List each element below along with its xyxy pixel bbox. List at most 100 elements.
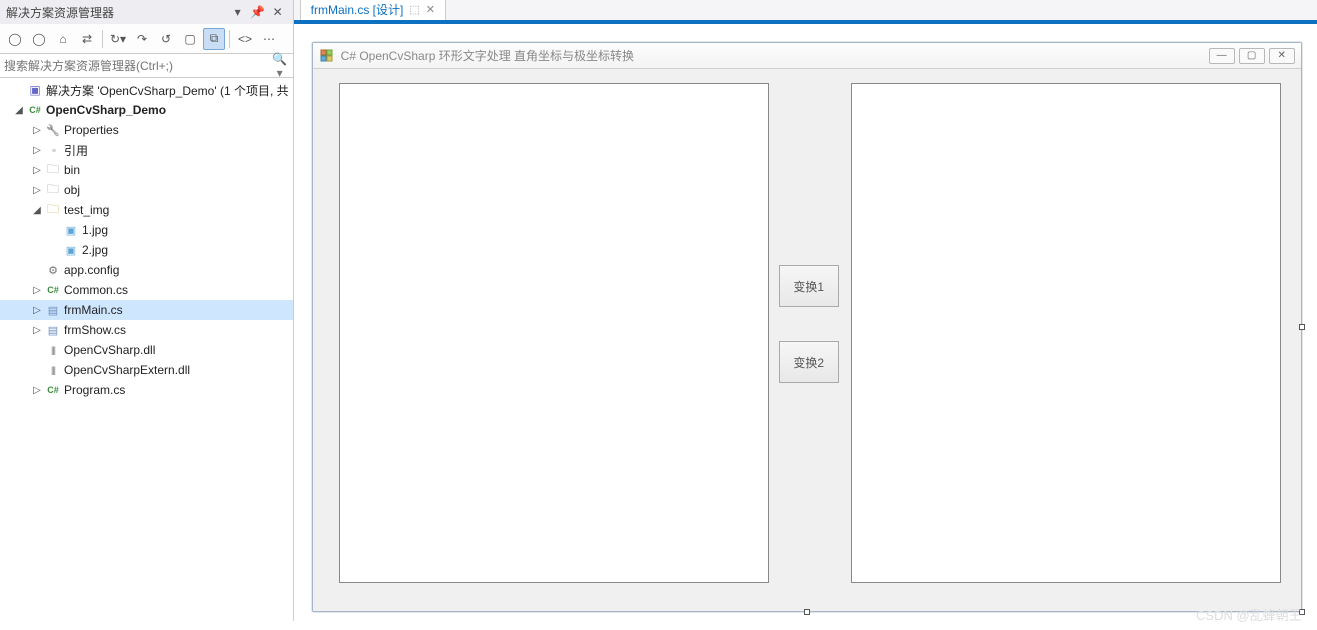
tree-item-label: OpenCvSharpExtern.dll <box>62 363 190 377</box>
collapse-icon[interactable]: ↺ <box>155 28 177 50</box>
tree-item-label: OpenCvSharp_Demo <box>44 103 166 117</box>
picturebox-right[interactable] <box>851 83 1281 583</box>
picturebox-left[interactable] <box>339 83 769 583</box>
tree-item[interactable]: OpenCvSharpExtern.dll <box>0 360 293 380</box>
tree-item-label: obj <box>62 183 80 197</box>
transform-button-1[interactable]: 变换1 <box>779 265 839 307</box>
file-icon <box>44 146 62 155</box>
file-icon <box>44 345 62 355</box>
tree-item[interactable]: ▷ obj <box>0 180 293 200</box>
file-icon <box>26 83 44 97</box>
resize-handle-right[interactable] <box>1299 324 1305 330</box>
pin-icon[interactable]: 📌 <box>249 3 267 21</box>
chevron-down-icon[interactable]: ◢ <box>12 105 26 116</box>
designer-canvas[interactable]: C# OpenCvSharp 环形文字处理 直角坐标与极坐标转换 — ▢ ✕ 变… <box>294 24 1317 630</box>
tab-close-icon[interactable]: ✕ <box>426 3 435 16</box>
file-icon <box>44 304 62 317</box>
tree-item-label: 引用 <box>62 142 88 159</box>
file-icon <box>62 224 80 237</box>
solution-explorer-titlebar: 解决方案资源管理器 ▾ 📌 ✕ <box>0 0 293 24</box>
nav-fwd-icon[interactable]: ◯ <box>28 28 50 50</box>
form-app-icon <box>319 48 335 64</box>
refresh-icon[interactable]: ↻▾ <box>107 28 129 50</box>
redo-icon[interactable]: ↷ <box>131 28 153 50</box>
tab-frmmain-design[interactable]: frmMain.cs [设计] ⬚ ✕ <box>300 0 446 20</box>
tree-item-label: bin <box>62 163 80 177</box>
tree-item[interactable]: 解决方案 'OpenCvSharp_Demo' (1 个项目, 共 <box>0 80 293 100</box>
tree-item-label: frmShow.cs <box>62 323 126 337</box>
solution-explorer-toolbar: ◯ ◯ ⌂ ⇄ ↻▾ ↷ ↺ ▢ ⧉ <> ⋯ <box>0 24 293 54</box>
form-client-area: 变换1 变换2 <box>313 69 1301 611</box>
minimize-icon[interactable]: — <box>1209 48 1235 64</box>
tree-item[interactable]: ◢ test_img <box>0 200 293 220</box>
chevron-right-icon[interactable]: ▷ <box>30 325 44 336</box>
tree-item[interactable]: OpenCvSharp.dll <box>0 340 293 360</box>
restore-icon[interactable]: ▢ <box>179 28 201 50</box>
search-icon[interactable]: 🔍▾ <box>271 52 289 80</box>
close-window-icon[interactable]: ✕ <box>1269 48 1295 64</box>
chevron-right-icon[interactable]: ▷ <box>30 285 44 296</box>
tree-item-label: 1.jpg <box>80 223 108 237</box>
chevron-right-icon[interactable]: ▷ <box>30 185 44 196</box>
search-input[interactable] <box>4 59 271 73</box>
file-icon <box>44 160 62 181</box>
tree-item[interactable]: app.config <box>0 260 293 280</box>
tree-item[interactable]: ▷ Common.cs <box>0 280 293 300</box>
transform-button-2[interactable]: 变换2 <box>779 341 839 383</box>
tree-item[interactable]: ◢ OpenCvSharp_Demo <box>0 100 293 120</box>
resize-handle-bottom[interactable] <box>804 609 810 615</box>
chevron-right-icon[interactable]: ▷ <box>30 145 44 156</box>
solution-explorer-panel: 解决方案资源管理器 ▾ 📌 ✕ ◯ ◯ ⌂ ⇄ ↻▾ ↷ ↺ ▢ ⧉ <> ⋯ … <box>0 0 294 621</box>
chevron-down-icon[interactable]: ◢ <box>30 205 44 216</box>
view-code-icon[interactable]: <> <box>234 28 256 50</box>
nav-back-icon[interactable]: ◯ <box>4 28 26 50</box>
tree-item-label: frmMain.cs <box>62 303 123 317</box>
close-icon[interactable]: ✕ <box>269 3 287 21</box>
tree-item-label: Common.cs <box>62 283 128 297</box>
dropdown-icon[interactable]: ▾ <box>229 3 247 21</box>
tree-item-label: 解决方案 'OpenCvSharp_Demo' (1 个项目, 共 <box>44 82 289 99</box>
editor-area: frmMain.cs [设计] ⬚ ✕ C# OpenCvSharp 环形文字处… <box>294 0 1317 621</box>
tab-label: frmMain.cs [设计] <box>311 1 404 18</box>
solution-explorer-title: 解决方案资源管理器 <box>6 4 114 21</box>
solution-explorer-search[interactable]: 🔍▾ <box>0 54 293 78</box>
tree-item-label: test_img <box>62 203 109 217</box>
more-icon[interactable]: ⋯ <box>258 28 280 50</box>
file-icon <box>44 385 62 395</box>
home-icon[interactable]: ⌂ <box>52 28 74 50</box>
solution-tree[interactable]: 解决方案 'OpenCvSharp_Demo' (1 个项目, 共 ◢ OpenCv… <box>0 78 293 621</box>
chevron-right-icon[interactable]: ▷ <box>30 385 44 396</box>
tree-item[interactable]: ▷ frmMain.cs <box>0 300 293 320</box>
designed-form[interactable]: C# OpenCvSharp 环形文字处理 直角坐标与极坐标转换 — ▢ ✕ 变… <box>312 42 1302 612</box>
tree-item-label: app.config <box>62 263 119 277</box>
tree-item-label: 2.jpg <box>80 243 108 257</box>
sync-icon[interactable]: ⇄ <box>76 28 98 50</box>
show-all-files-icon[interactable]: ⧉ <box>203 28 225 50</box>
resize-handle-corner[interactable] <box>1299 609 1305 615</box>
file-icon <box>44 324 62 337</box>
document-tabbar: frmMain.cs [设计] ⬚ ✕ <box>294 0 1317 24</box>
maximize-icon[interactable]: ▢ <box>1239 48 1265 64</box>
chevron-right-icon[interactable]: ▷ <box>30 125 44 136</box>
file-icon <box>44 285 62 295</box>
tree-item-label: Properties <box>62 123 119 137</box>
chevron-right-icon[interactable]: ▷ <box>30 165 44 176</box>
tree-item[interactable]: ▷ 引用 <box>0 140 293 160</box>
file-icon <box>44 264 62 277</box>
tab-pin-icon[interactable]: ⬚ <box>409 3 419 16</box>
form-titlebar: C# OpenCvSharp 环形文字处理 直角坐标与极坐标转换 — ▢ ✕ <box>313 43 1301 69</box>
file-icon <box>62 244 80 257</box>
file-icon <box>26 105 44 115</box>
tree-item[interactable]: 1.jpg <box>0 220 293 240</box>
tree-item[interactable]: ▷ bin <box>0 160 293 180</box>
file-icon <box>44 124 62 137</box>
tree-item[interactable]: ▷ Properties <box>0 120 293 140</box>
file-icon <box>44 200 62 221</box>
tree-item[interactable]: 2.jpg <box>0 240 293 260</box>
chevron-right-icon[interactable]: ▷ <box>30 305 44 316</box>
tree-item-label: Program.cs <box>62 383 125 397</box>
tree-item[interactable]: ▷ frmShow.cs <box>0 320 293 340</box>
tree-item-label: OpenCvSharp.dll <box>62 343 155 357</box>
tree-item[interactable]: ▷ Program.cs <box>0 380 293 400</box>
file-icon <box>44 180 62 201</box>
